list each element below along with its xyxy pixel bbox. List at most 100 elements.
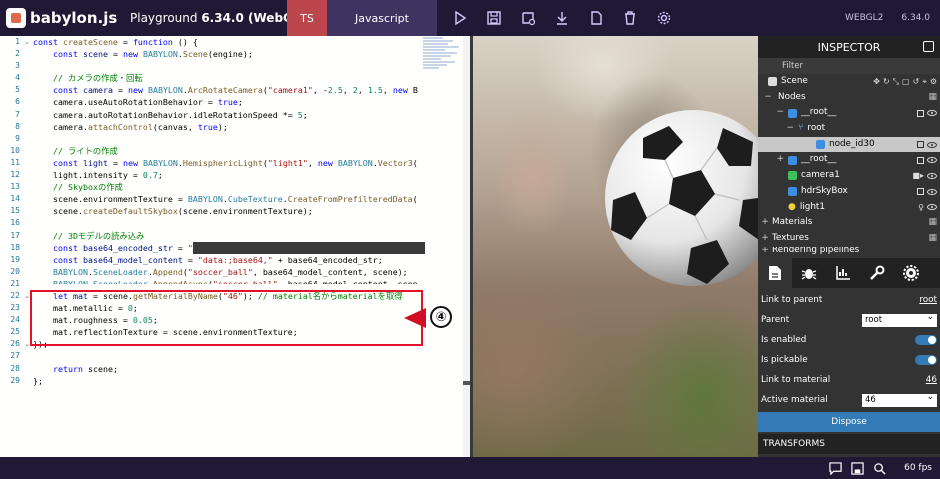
line-number: 25 bbox=[10, 327, 20, 337]
new-file-button[interactable] bbox=[579, 0, 613, 36]
visibility-eye-icon[interactable] bbox=[927, 141, 937, 148]
inspector-toggle-button[interactable] bbox=[511, 0, 545, 36]
code-line: const light = new BABYLON.HemisphericLig… bbox=[52, 157, 418, 168]
tree-item-rendering[interactable]: + Rendering pipelines bbox=[758, 247, 940, 255]
is-enabled-toggle[interactable] bbox=[915, 335, 937, 345]
bounding-toggle[interactable] bbox=[917, 109, 924, 117]
clear-button[interactable] bbox=[613, 0, 647, 36]
scale-gizmo-icon[interactable]: ⤡ bbox=[893, 74, 899, 90]
tree-item-node-id30[interactable]: node_id30 bbox=[758, 136, 940, 153]
save-button[interactable] bbox=[477, 0, 511, 36]
add-texture-icon[interactable]: ▦ bbox=[928, 231, 937, 247]
babylon-logo-icon bbox=[6, 8, 26, 28]
annotation-arrow bbox=[404, 308, 426, 328]
active-material-select[interactable]: 46 bbox=[862, 391, 937, 407]
light-toggle-icon[interactable]: ♀ bbox=[918, 200, 924, 216]
line-number: 10 bbox=[10, 145, 20, 155]
mesh-icon bbox=[788, 187, 797, 197]
properties-pane: Link to parent root Parent root Is enabl… bbox=[758, 290, 940, 454]
tab-tools[interactable] bbox=[860, 258, 894, 288]
transform-node-icon: ⑂ bbox=[798, 123, 804, 134]
link-to-material-link[interactable]: 46 bbox=[926, 375, 937, 385]
refresh-icon[interactable]: ↺ bbox=[913, 74, 920, 90]
move-gizmo-icon[interactable]: ✥ bbox=[873, 74, 880, 90]
tree-item-materials[interactable]: + Materials ▦ bbox=[758, 215, 940, 231]
fold-toggle[interactable]: ⌄ bbox=[22, 36, 32, 48]
run-button[interactable] bbox=[443, 0, 477, 36]
save-snapshot-button[interactable] bbox=[846, 457, 868, 479]
scene-filter-input[interactable]: Filter bbox=[758, 58, 940, 74]
visibility-eye-icon[interactable] bbox=[927, 157, 937, 164]
mesh-icon bbox=[788, 155, 797, 165]
tab-debug[interactable] bbox=[792, 258, 826, 288]
link-to-parent-link[interactable]: root bbox=[919, 295, 937, 305]
code-lines[interactable]: const createScene = function () { const … bbox=[33, 36, 470, 457]
redacted-string bbox=[192, 241, 425, 254]
visibility-eye-icon[interactable] bbox=[927, 188, 937, 195]
line-number: 18 bbox=[10, 242, 20, 252]
add-material-icon[interactable]: ▦ bbox=[928, 215, 937, 231]
bounding-toggle[interactable] bbox=[917, 188, 924, 196]
tree-item-skybox[interactable]: hdrSkyBox bbox=[758, 184, 940, 200]
search-icon bbox=[873, 462, 886, 475]
bounding-toggle[interactable] bbox=[917, 156, 924, 164]
tab-properties[interactable] bbox=[758, 258, 792, 288]
render-canvas[interactable] bbox=[473, 36, 758, 457]
play-icon bbox=[455, 10, 467, 26]
line-number: 28 bbox=[10, 363, 20, 373]
code-editor[interactable]: 1 2 3 4 5 6 7 8 9 10 11 12 13 14 15 16 17 18 19 20 21 22 23 24 2… bbox=[0, 36, 470, 457]
line-number: 1 bbox=[15, 37, 20, 46]
code-line: BABYLON.SceneLoader.AppendAsync("soccer_… bbox=[52, 278, 418, 284]
video-camera-icon[interactable]: ■▸ bbox=[912, 168, 924, 184]
tree-item-root-child[interactable]: − ⑂ root bbox=[758, 121, 940, 137]
settings-icon[interactable]: ⚙ bbox=[930, 74, 937, 90]
tree-item-textures[interactable]: + Textures ▦ bbox=[758, 231, 940, 247]
code-line: // Skyboxの作成 bbox=[52, 182, 123, 193]
tab-statistics[interactable] bbox=[826, 258, 860, 288]
minimap[interactable] bbox=[421, 36, 463, 86]
is-pickable-toggle[interactable] bbox=[915, 355, 937, 365]
tree-item-scene[interactable]: Scene ✥ ↻ ⤡ ▢ ↺ ⌖ ⚙ bbox=[758, 74, 940, 90]
code-line: camera.autoRotationBehavior.idleRotation… bbox=[33, 109, 308, 120]
babylon-logo[interactable]: babylon.js bbox=[0, 8, 120, 28]
pick-icon[interactable]: ⌖ bbox=[922, 74, 927, 90]
add-node-icon[interactable]: ▦ bbox=[928, 90, 937, 106]
trash-icon bbox=[625, 11, 635, 25]
line-number: 21 bbox=[10, 278, 20, 288]
tab-typescript[interactable]: TS bbox=[287, 0, 327, 36]
rotate-gizmo-icon[interactable]: ↻ bbox=[883, 74, 890, 90]
settings-button[interactable] bbox=[647, 0, 681, 36]
download-icon bbox=[557, 12, 567, 25]
tree-item-light[interactable]: ● light1 ♀ bbox=[758, 200, 940, 216]
annotation-number: ④ bbox=[430, 306, 452, 328]
tab-javascript[interactable]: Javascript bbox=[327, 0, 437, 36]
chat-icon bbox=[828, 461, 842, 475]
parent-row: Parent root bbox=[758, 310, 940, 330]
visibility-eye-icon[interactable] bbox=[927, 172, 937, 179]
tree-item-nodes[interactable]: − Nodes ▦ bbox=[758, 90, 940, 106]
dispose-button[interactable]: Dispose bbox=[758, 412, 940, 432]
bounding-box-icon[interactable]: ▢ bbox=[902, 74, 910, 90]
tree-item-camera[interactable]: camera1 ■▸ bbox=[758, 168, 940, 184]
code-line: scene.environmentTexture = BABYLON.CubeT… bbox=[33, 194, 418, 205]
engine-badge[interactable]: WEBGL2 bbox=[845, 13, 883, 23]
engine-version[interactable]: 6.34.0 bbox=[901, 13, 930, 23]
code-line: const camera = new BABYLON.ArcRotateCame… bbox=[52, 85, 418, 96]
popout-icon[interactable] bbox=[923, 41, 934, 52]
bounding-toggle[interactable] bbox=[917, 141, 924, 149]
mesh-icon bbox=[816, 140, 825, 150]
tree-item-root-1[interactable]: − __root__ bbox=[758, 105, 940, 121]
parent-select[interactable]: root bbox=[862, 311, 937, 327]
download-button[interactable] bbox=[545, 0, 579, 36]
visibility-eye-icon[interactable] bbox=[927, 110, 937, 117]
tab-settings[interactable] bbox=[894, 258, 928, 288]
scrollbar-thumb[interactable] bbox=[463, 381, 470, 385]
tree-item-root-2[interactable]: + __root__ bbox=[758, 152, 940, 168]
line-number: 5 bbox=[15, 85, 20, 95]
search-button[interactable] bbox=[868, 457, 890, 479]
vertical-scrollbar[interactable] bbox=[463, 36, 470, 457]
feedback-button[interactable] bbox=[824, 457, 846, 479]
visibility-eye-icon[interactable] bbox=[927, 204, 937, 211]
transforms-section-header[interactable]: TRANSFORMS bbox=[758, 434, 940, 454]
